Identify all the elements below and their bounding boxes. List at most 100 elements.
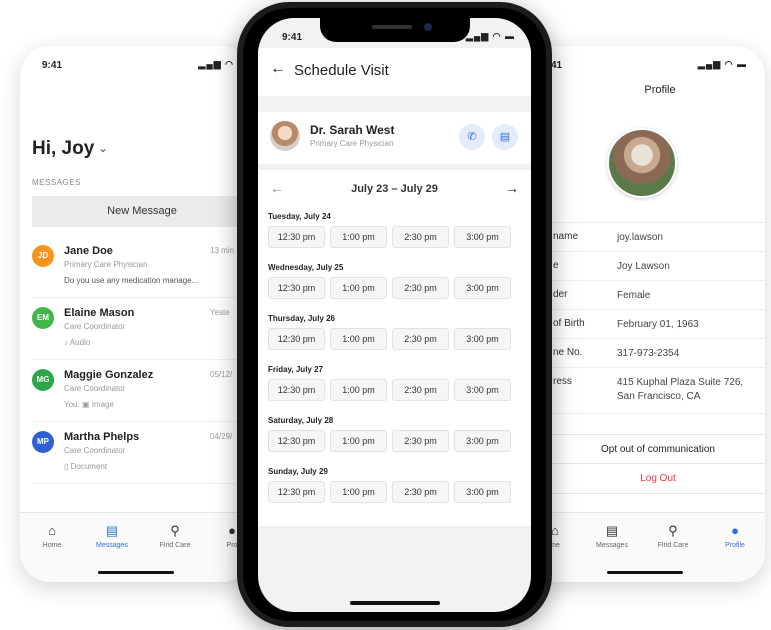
time-slot-button[interactable]: 12:30 pm <box>268 481 325 503</box>
schedule-phone: 9:41 ▂▄▆ ◠ ▬ ← Schedule Visit Dr. Sarah … <box>258 18 531 612</box>
sender-name: Maggie Gonzalez <box>64 369 154 381</box>
time-slot-button[interactable]: 3:00 pm <box>454 481 511 503</box>
camera-icon <box>424 23 432 31</box>
day-label: Wednesday, July 25 <box>268 263 344 272</box>
time-slot-button[interactable]: 2:30 pm <box>392 226 449 248</box>
time-slot-button[interactable]: 12:30 pm <box>268 277 325 299</box>
field-phone: ne No. 317-973-2354 <box>525 339 765 368</box>
day-label: Saturday, July 28 <box>268 416 334 425</box>
phone-call-button[interactable]: ✆ <box>459 124 485 150</box>
tab-label: Home <box>42 542 62 549</box>
field-label: of Birth <box>553 318 585 329</box>
field-label: name <box>553 231 579 242</box>
next-week-arrow-icon[interactable]: → <box>505 180 519 196</box>
time-slot-button[interactable]: 1:00 pm <box>330 277 387 299</box>
time-slot-button[interactable]: 12:30 pm <box>268 379 325 401</box>
time-slot-button[interactable]: 2:30 pm <box>392 328 449 350</box>
list-item[interactable]: EM Elaine Mason Care Coordinator ♪ Audio… <box>32 298 252 360</box>
field-name: e Joy Lawson <box>525 252 765 281</box>
speaker <box>372 25 412 29</box>
time-slot-button[interactable]: 1:00 pm <box>330 226 387 248</box>
list-item[interactable]: MG Maggie Gonzalez Care Coordinator You:… <box>32 360 252 422</box>
time-slot-button[interactable]: 2:30 pm <box>392 481 449 503</box>
tab-messages[interactable]: ▤ Messages <box>82 523 142 549</box>
time-slot-button[interactable]: 3:00 pm <box>454 430 511 452</box>
tab-find-care[interactable]: ⚲ Find Care <box>643 523 703 549</box>
preview-text: Document <box>70 462 108 471</box>
message-time: 13 min <box>210 246 235 255</box>
sender-role: Care Coordinator <box>64 322 126 331</box>
field-label: e <box>553 260 559 271</box>
list-item[interactable]: JD Jane Doe Primary Care Physician Do yo… <box>32 236 252 298</box>
avatar: JD <box>32 245 54 267</box>
tab-messages[interactable]: ▤ Messages <box>582 523 642 549</box>
time-slot-button[interactable]: 12:30 pm <box>268 430 325 452</box>
time-slot-button[interactable]: 12:30 pm <box>268 226 325 248</box>
time-slot-button[interactable]: 2:30 pm <box>392 430 449 452</box>
time-slot-button[interactable]: 3:00 pm <box>454 379 511 401</box>
time-slot-button[interactable]: 3:00 pm <box>454 226 511 248</box>
opt-out-button[interactable]: Opt out of communication <box>525 434 765 464</box>
greeting-dropdown[interactable]: Hi, Joy ⌄ <box>32 138 108 160</box>
page-title: Profile <box>644 84 676 96</box>
message-time: 04/29/ <box>210 432 233 441</box>
back-arrow-icon[interactable]: ← <box>270 60 286 78</box>
field-value: 415 Kuphal Plaza Suite 726, San Francisc… <box>617 377 744 402</box>
tab-home[interactable]: ⌂ Home <box>22 523 82 549</box>
tab-label: Find Care <box>159 542 191 549</box>
status-bar: 9:41 ▂▄▆ ◠ <box>20 46 252 76</box>
avatar: MP <box>32 431 54 453</box>
time-slot-button[interactable]: 1:00 pm <box>330 430 387 452</box>
time-slot-button[interactable]: 1:00 pm <box>330 379 387 401</box>
profile-fields: name joy.lawson e Joy Lawson der Female of … <box>525 222 765 414</box>
tab-bar: ⌂ me ▤ Messages ⚲ Find Care ● Profile <box>525 512 765 582</box>
sender-name: Jane Doe <box>64 245 113 257</box>
sender-role: Care Coordinator <box>64 384 126 393</box>
field-value: Joy Lawson <box>617 261 670 272</box>
profile-phone: 41 ▂▄▆ ◠ ▬ Profile name joy.lawson e Joy L… <box>525 46 765 582</box>
new-message-button[interactable]: New Message <box>32 196 252 227</box>
tab-label: Pro <box>226 542 238 549</box>
time-slot-group: 12:30 pm 1:00 pm 2:30 pm 3:00 pm <box>268 430 531 452</box>
chat-icon: ▤ <box>499 131 511 143</box>
message-preview: Do you use any medication manage... <box>64 276 199 285</box>
time-slot-button[interactable]: 2:30 pm <box>392 277 449 299</box>
section-label: MESSAGES <box>32 178 81 187</box>
list-item[interactable]: MP Martha Phelps Care Coordinator ▯ Docu… <box>32 422 252 484</box>
page-title: Schedule Visit <box>294 62 389 79</box>
time-slot-button[interactable]: 1:00 pm <box>330 481 387 503</box>
day-label: Thursday, July 26 <box>268 314 335 323</box>
chat-button[interactable]: ▤ <box>492 124 518 150</box>
tab-profile[interactable]: ● Profile <box>705 523 765 549</box>
time-slot-group: 12:30 pm 1:00 pm 2:30 pm 3:00 pm <box>268 379 531 401</box>
tab-label: Messages <box>596 542 628 549</box>
day-row: Thursday, July 26 12:30 pm 1:00 pm 2:30 pm 3… <box>268 314 531 350</box>
time-slot-group: 12:30 pm 1:00 pm 2:30 pm 3:00 pm <box>268 481 531 503</box>
sender-name: Elaine Mason <box>64 307 135 319</box>
schedule-panel: ← July 23 – July 29 → Tuesday, July 24 12… <box>258 170 531 526</box>
signal-wifi-battery-icon: ▂▄▆ ◠ ▬ <box>465 31 515 41</box>
message-time: 05/12/ <box>210 370 233 379</box>
message-preview: ♪ Audio <box>64 338 90 347</box>
field-gender: der Female <box>525 281 765 310</box>
status-time: 9:41 <box>42 60 63 71</box>
profile-photo[interactable] <box>607 128 677 198</box>
logout-button[interactable]: Log Out <box>525 464 765 494</box>
time-slot-button[interactable]: 12:30 pm <box>268 328 325 350</box>
day-row: Sunday, July 29 12:30 pm 1:00 pm 2:30 pm 3:0… <box>268 467 531 503</box>
home-indicator <box>98 571 174 574</box>
time-slot-button[interactable]: 1:00 pm <box>330 328 387 350</box>
time-slot-button[interactable]: 2:30 pm <box>392 379 449 401</box>
day-label: Tuesday, July 24 <box>268 212 331 221</box>
time-slot-button[interactable]: 3:00 pm <box>454 328 511 350</box>
avatar: EM <box>32 307 54 329</box>
tab-find-care[interactable]: ⚲ Find Care <box>145 523 205 549</box>
doctor-role: Primary Care Physician <box>310 139 394 148</box>
messages-icon: ▤ <box>605 523 619 538</box>
week-navigator: ← July 23 – July 29 → <box>258 176 531 204</box>
signal-wifi-icon: ▂▄▆ ◠ ▬ <box>697 59 747 69</box>
field-username: name joy.lawson <box>525 223 765 252</box>
phone-icon: ✆ <box>467 131 477 143</box>
time-slot-button[interactable]: 3:00 pm <box>454 277 511 299</box>
sender-role: Primary Care Physician <box>64 260 148 269</box>
